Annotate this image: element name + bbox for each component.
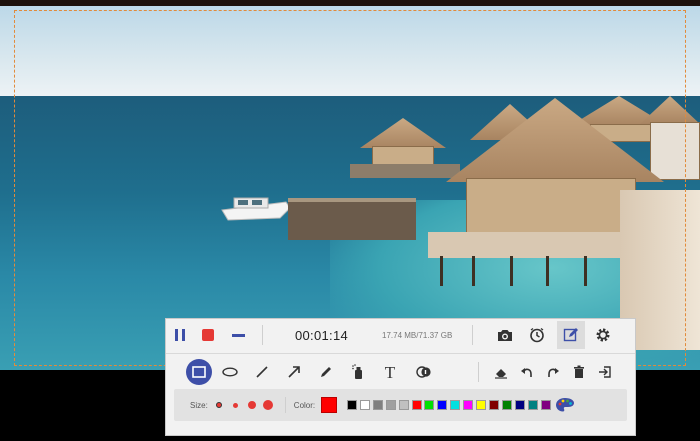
floating-platform: [288, 198, 416, 240]
callout-tool[interactable]: [410, 358, 438, 386]
spray-tool[interactable]: [344, 358, 372, 386]
color-swatch[interactable]: [488, 400, 499, 410]
color-swatch[interactable]: [540, 400, 551, 410]
stop-icon: [202, 329, 214, 341]
delete-button[interactable]: [565, 358, 593, 386]
text-icon: T: [384, 362, 396, 382]
rectangle-tool[interactable]: [186, 359, 212, 385]
callout-icon: [416, 366, 431, 378]
color-palette: [347, 400, 553, 410]
pencil-icon: [321, 367, 331, 377]
current-color-swatch[interactable]: [321, 397, 338, 413]
divider: [284, 397, 286, 413]
color-swatch[interactable]: [463, 400, 474, 410]
edit-button[interactable]: [557, 321, 586, 349]
color-label: Color:: [293, 400, 316, 410]
text-tool[interactable]: T: [376, 358, 404, 386]
arrow-icon: [288, 366, 300, 378]
undo-icon: [521, 368, 532, 377]
recording-toolbar: 00:01:14 17.74 MB/71.37 GB: [166, 319, 635, 351]
size-l-option[interactable]: [262, 400, 273, 410]
clock-icon: [530, 327, 545, 343]
color-swatch[interactable]: [514, 400, 525, 410]
pencil-edit-icon: [564, 328, 579, 342]
stop-button[interactable]: [194, 321, 222, 349]
line-tool[interactable]: [248, 358, 276, 386]
rectangle-icon: [192, 366, 206, 378]
stilt: [546, 256, 549, 286]
recorder-control-panel: 00:01:14 17.74 MB/71.37 GB T Size: Color…: [165, 318, 636, 436]
undo-button[interactable]: [513, 358, 541, 386]
size-label: Size:: [190, 400, 208, 410]
annotation-toolbar: T: [166, 353, 635, 390]
color-swatch[interactable]: [424, 400, 435, 410]
spray-icon: [352, 364, 362, 379]
snapshot-button[interactable]: [491, 321, 519, 349]
divider: [472, 325, 474, 345]
color-swatch[interactable]: [501, 400, 512, 410]
pencil-tool[interactable]: [312, 358, 340, 386]
trash-icon: [574, 365, 584, 378]
redo-icon: [548, 368, 559, 377]
size-m-option[interactable]: [247, 401, 256, 409]
custom-color-button[interactable]: [555, 395, 575, 415]
eraser-tool[interactable]: [487, 358, 515, 386]
color-swatch[interactable]: [385, 400, 396, 410]
elapsed-time: 00:01:14: [295, 327, 349, 343]
file-size: 17.74 MB/71.37 GB: [382, 330, 453, 340]
size-xs-option[interactable]: [215, 402, 222, 408]
color-swatch[interactable]: [372, 400, 383, 410]
schedule-button[interactable]: [523, 321, 551, 349]
divider: [262, 325, 263, 345]
hut-deck: [350, 164, 460, 178]
divider: [478, 362, 479, 382]
palette-icon: [556, 398, 575, 412]
settings-button[interactable]: [589, 321, 617, 349]
eraser-icon: [495, 369, 507, 379]
style-options-bar: Size: Color:: [174, 389, 627, 421]
color-swatch[interactable]: [411, 400, 422, 410]
color-swatch[interactable]: [450, 400, 461, 410]
arrow-tool[interactable]: [280, 358, 308, 386]
pause-icon: [175, 329, 185, 341]
color-swatch[interactable]: [437, 400, 448, 410]
hut: [650, 122, 700, 180]
ellipse-tool[interactable]: [216, 358, 244, 386]
exit-icon: [599, 366, 611, 378]
pause-button[interactable]: [166, 321, 194, 349]
boat: [221, 197, 291, 221]
color-swatch[interactable]: [360, 400, 371, 410]
stilt: [472, 256, 475, 286]
color-swatch[interactable]: [476, 400, 487, 410]
minimize-button[interactable]: [224, 321, 252, 349]
stilt: [510, 256, 513, 286]
color-swatch[interactable]: [347, 400, 358, 410]
color-swatch[interactable]: [527, 400, 538, 410]
stilt: [440, 256, 443, 286]
hut: [372, 146, 434, 166]
minimize-icon: [231, 333, 245, 337]
ellipse-icon: [222, 367, 238, 377]
color-swatch[interactable]: [398, 400, 409, 410]
gear-icon: [596, 328, 610, 342]
size-s-option[interactable]: [232, 402, 238, 408]
redo-button[interactable]: [539, 358, 567, 386]
sky: [0, 6, 700, 98]
camera-icon: [498, 330, 513, 341]
exit-edit-button[interactable]: [591, 358, 619, 386]
stilt: [584, 256, 587, 286]
line-icon: [256, 366, 268, 378]
